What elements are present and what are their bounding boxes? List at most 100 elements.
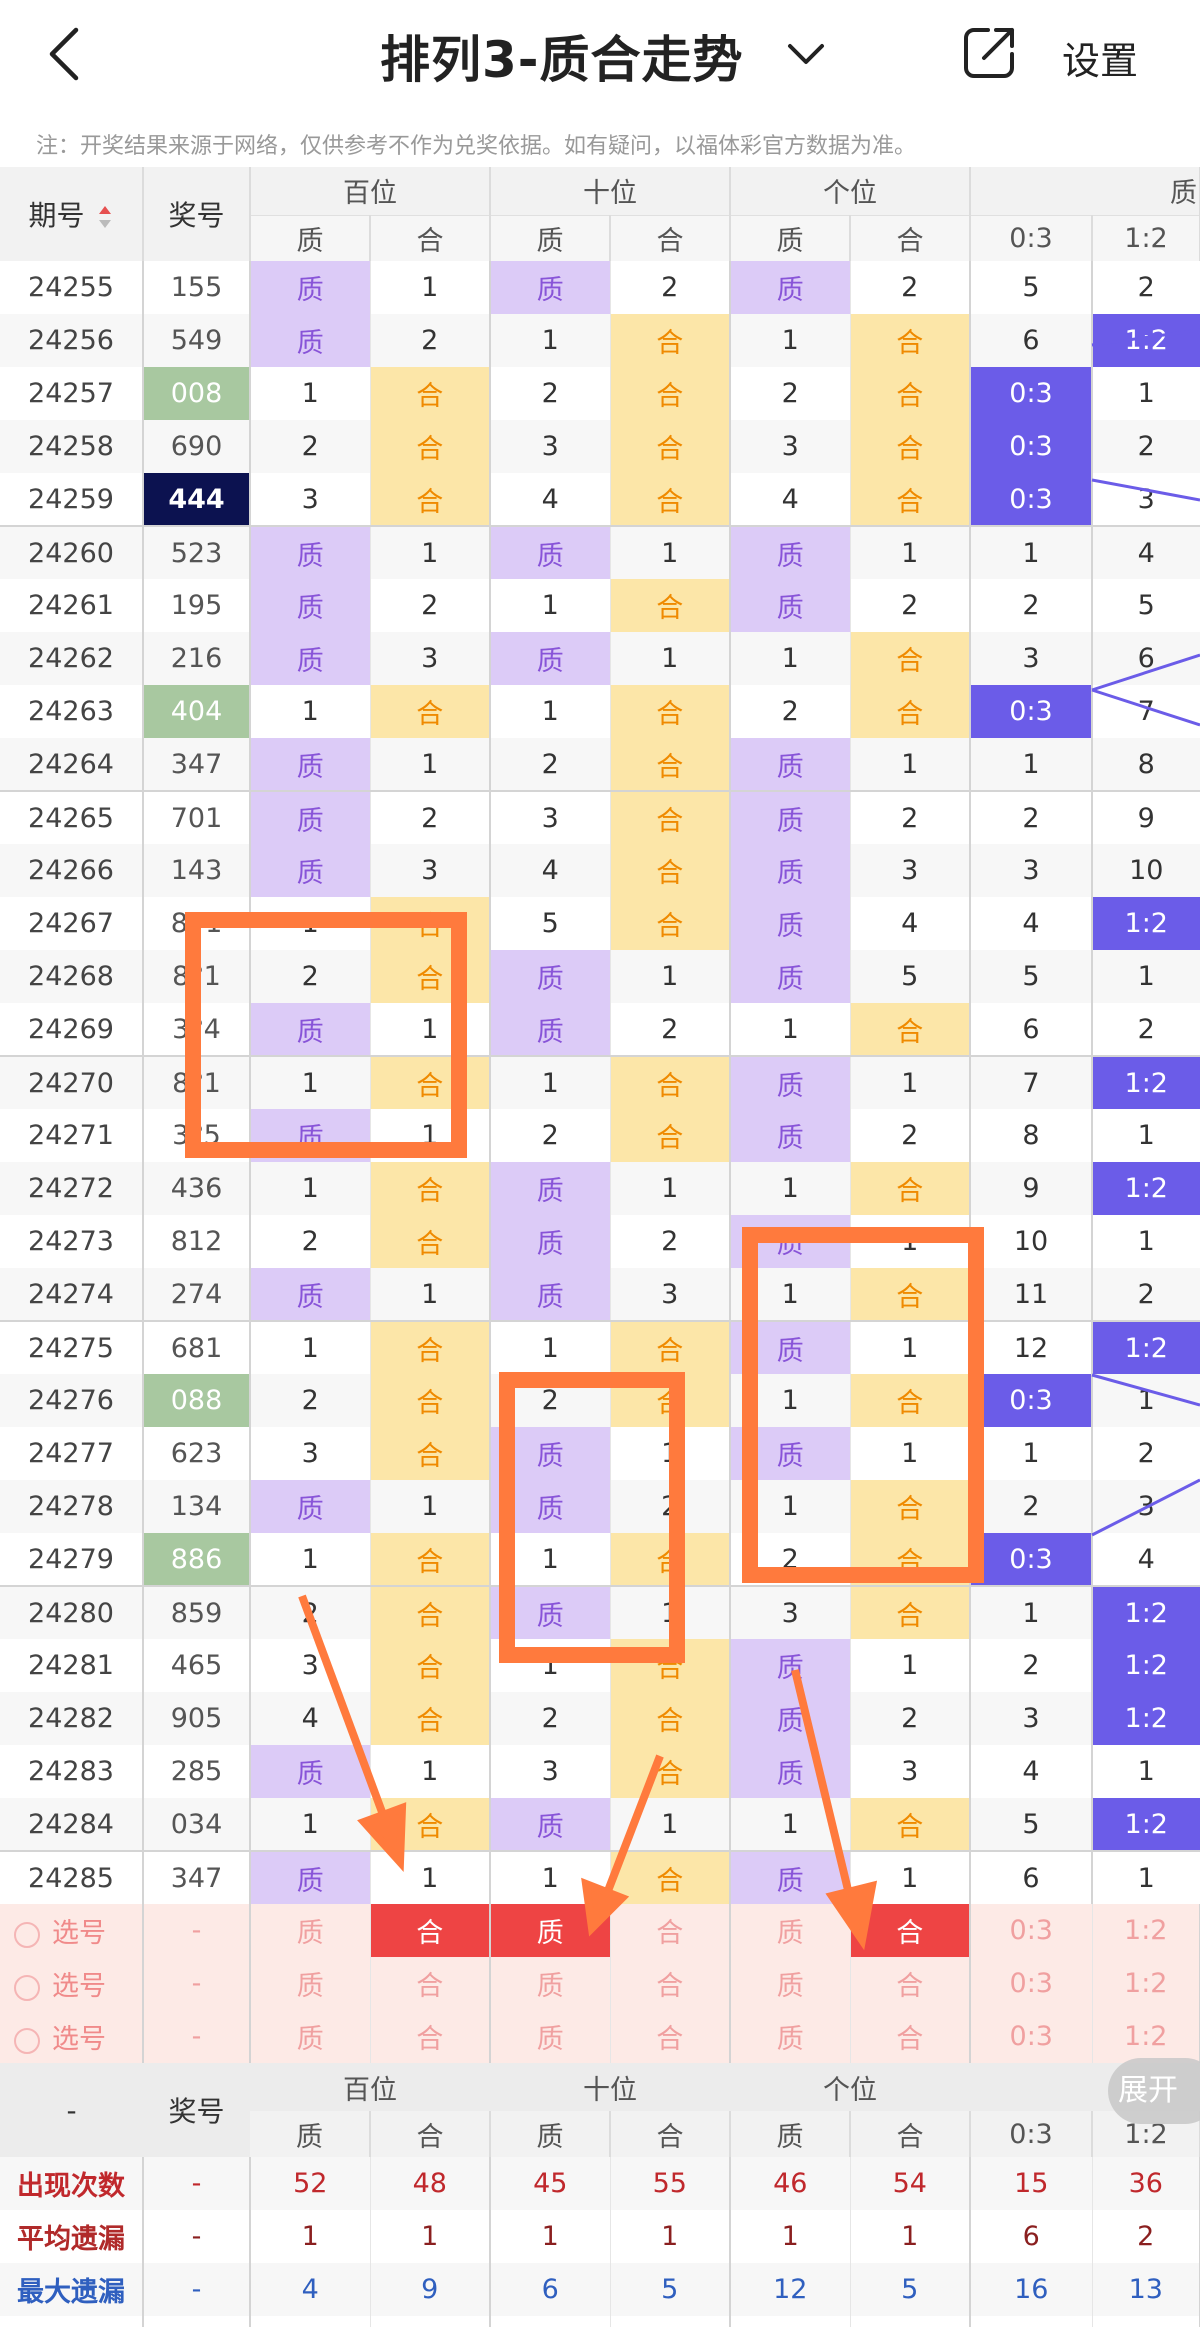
ratio-cell: 0:3 [970,1533,1093,1587]
column-header-period[interactable]: 期号 [0,167,144,261]
ratio-cell: 1 [1092,1374,1200,1427]
pick-cell[interactable]: 0:3 [970,1957,1093,2010]
pick-cell[interactable]: 合 [610,1904,731,1957]
ratio-cell: 0:3 [970,685,1093,738]
number-cell: 444 [143,473,251,527]
pick-cell[interactable]: 质 [250,2010,371,2063]
pick-cell[interactable]: 合 [610,2010,731,2063]
table-row: 24264 347 质 1 2 合质 1 1 8 [0,738,1200,792]
pick-cell[interactable]: 合 [370,1957,491,2010]
pick-row[interactable]: 选号 - 质合质合质合 0:3 1:2 [0,1904,1200,1957]
pick-label[interactable]: 选号 [0,2010,144,2063]
trend-cell: 2 [250,950,371,1003]
period-cell: 24279 [0,1533,144,1587]
table-row: 24271 3?5 质 1 2 合质 2 8 1 [0,1109,1200,1162]
trend-cell: 1 [730,1374,851,1427]
period-cell: 24257 [0,367,144,420]
ratio-cell: 2 [1092,420,1200,473]
ratio-cell: 1 [1092,1109,1200,1162]
trend-cell: 质 [730,1692,851,1745]
stats-label: 最大遗漏 [0,2263,144,2316]
ratio-cell: 5 [970,1798,1093,1852]
trend-cell: 1 [370,261,491,314]
stats-header-left: - [0,2063,143,2157]
back-icon[interactable] [38,22,98,82]
pick-cell[interactable]: 质 [730,2010,851,2063]
pick-label[interactable]: 选号 [0,1957,144,2010]
pick-cell[interactable]: 质 [730,1904,851,1957]
trend-cell: 合 [850,1798,971,1852]
number-cell: 812 [143,1215,251,1268]
pick-number: - [143,2010,251,2063]
pick-cell[interactable]: 合 [850,2010,971,2063]
trend-cell: 1 [730,632,851,685]
pick-cell[interactable]: 1:2 [1092,2010,1200,2063]
pick-cell[interactable]: 1:2 [1092,1957,1200,2010]
pick-cell[interactable]: 0:3 [970,2010,1093,2063]
pick-cell[interactable]: 质 [730,1957,851,2010]
ratio-cell: 1:2 [1092,1056,1200,1109]
pick-label[interactable]: 选号 [0,1904,144,1957]
trend-cell: 3 [850,844,971,897]
stats-sub-header: 质 [490,2111,611,2157]
trend-cell: 2 [850,261,971,314]
trend-cell: 2 [850,1109,971,1162]
trend-cell: 合 [370,1639,491,1692]
pick-cell[interactable]: 质 [490,2010,611,2063]
trend-cell: 1 [370,1851,491,1904]
trend-cell: 1 [370,1109,491,1162]
pick-cell[interactable]: 合 [610,1957,731,2010]
pick-row[interactable]: 选号 - 质合质合质合 0:3 1:2 [0,1957,1200,2010]
ratio-cell: 8 [970,1109,1093,1162]
ratio-cell: 3 [1092,473,1200,527]
settings-button[interactable]: 设置 [1062,30,1138,85]
stats-sub-header: 合 [370,2111,491,2157]
trend-cell: 1 [850,738,971,792]
stats-value: 5 [490,2316,611,2327]
expand-button[interactable]: 展开 [1108,2058,1200,2124]
trend-cell: 质 [730,897,851,950]
page-title[interactable]: 排列3-质合走势 [380,20,744,92]
radio-icon[interactable] [14,2027,40,2054]
pick-cell[interactable]: 质 [490,1904,611,1957]
pick-cell[interactable]: 合 [370,2010,491,2063]
pick-cell[interactable]: 0:3 [970,1904,1093,1957]
trend-cell: 2 [850,791,971,844]
pick-cell[interactable]: 合 [850,1957,971,2010]
table-row: 24270 8?1 1 合 1 合质 1 7 1:2 [0,1056,1200,1109]
trend-cell: 合 [850,685,971,738]
trend-cell: 1 [730,1003,851,1057]
pick-number: - [143,1957,251,2010]
ratio-cell: 0:3 [970,367,1093,420]
pick-cell[interactable]: 合 [850,1904,971,1957]
chevron-down-icon[interactable] [782,30,830,78]
pick-cell[interactable]: 质 [490,1957,611,2010]
pick-row[interactable]: 选号 - 质合质合质合 0:3 1:2 [0,2010,1200,2063]
trend-cell: 质 [730,791,851,844]
ratio-cell: 3 [1092,1480,1200,1533]
stats-number: - [143,2263,251,2316]
trend-cell: 质 [730,1745,851,1798]
number-cell: 274 [143,1268,251,1322]
pick-cell[interactable]: 质 [250,1904,371,1957]
sort-icon[interactable] [97,204,113,230]
trend-cell: 3 [370,632,491,685]
radio-icon[interactable] [14,1974,40,2001]
trend-cell: 合 [610,1374,731,1427]
pick-cell[interactable]: 1:2 [1092,1904,1200,1957]
radio-icon[interactable] [14,1921,40,1948]
pick-cell[interactable]: 合 [370,1904,491,1957]
trend-cell: 1 [370,1745,491,1798]
share-icon[interactable] [960,22,1020,82]
trend-cell: 质 [490,1480,611,1533]
trend-cell: 质 [490,1586,611,1639]
trend-cell: 2 [250,1374,371,1427]
ratio-cell: 4 [970,1745,1093,1798]
disclaimer-text: 注：开奖结果来源于网络，仅供参考不作为兑奖依据。如有疑问，以福体彩官方数据为准。 [36,134,917,159]
number-cell: 623 [143,1427,251,1480]
table-row: 24279 886 1 合 1 合 2 合 0:3 4 [0,1533,1200,1587]
trend-cell: 1 [370,1003,491,1057]
number-cell: 549 [143,314,251,367]
pick-cell[interactable]: 质 [250,1957,371,2010]
stats-number: - [143,2157,251,2210]
